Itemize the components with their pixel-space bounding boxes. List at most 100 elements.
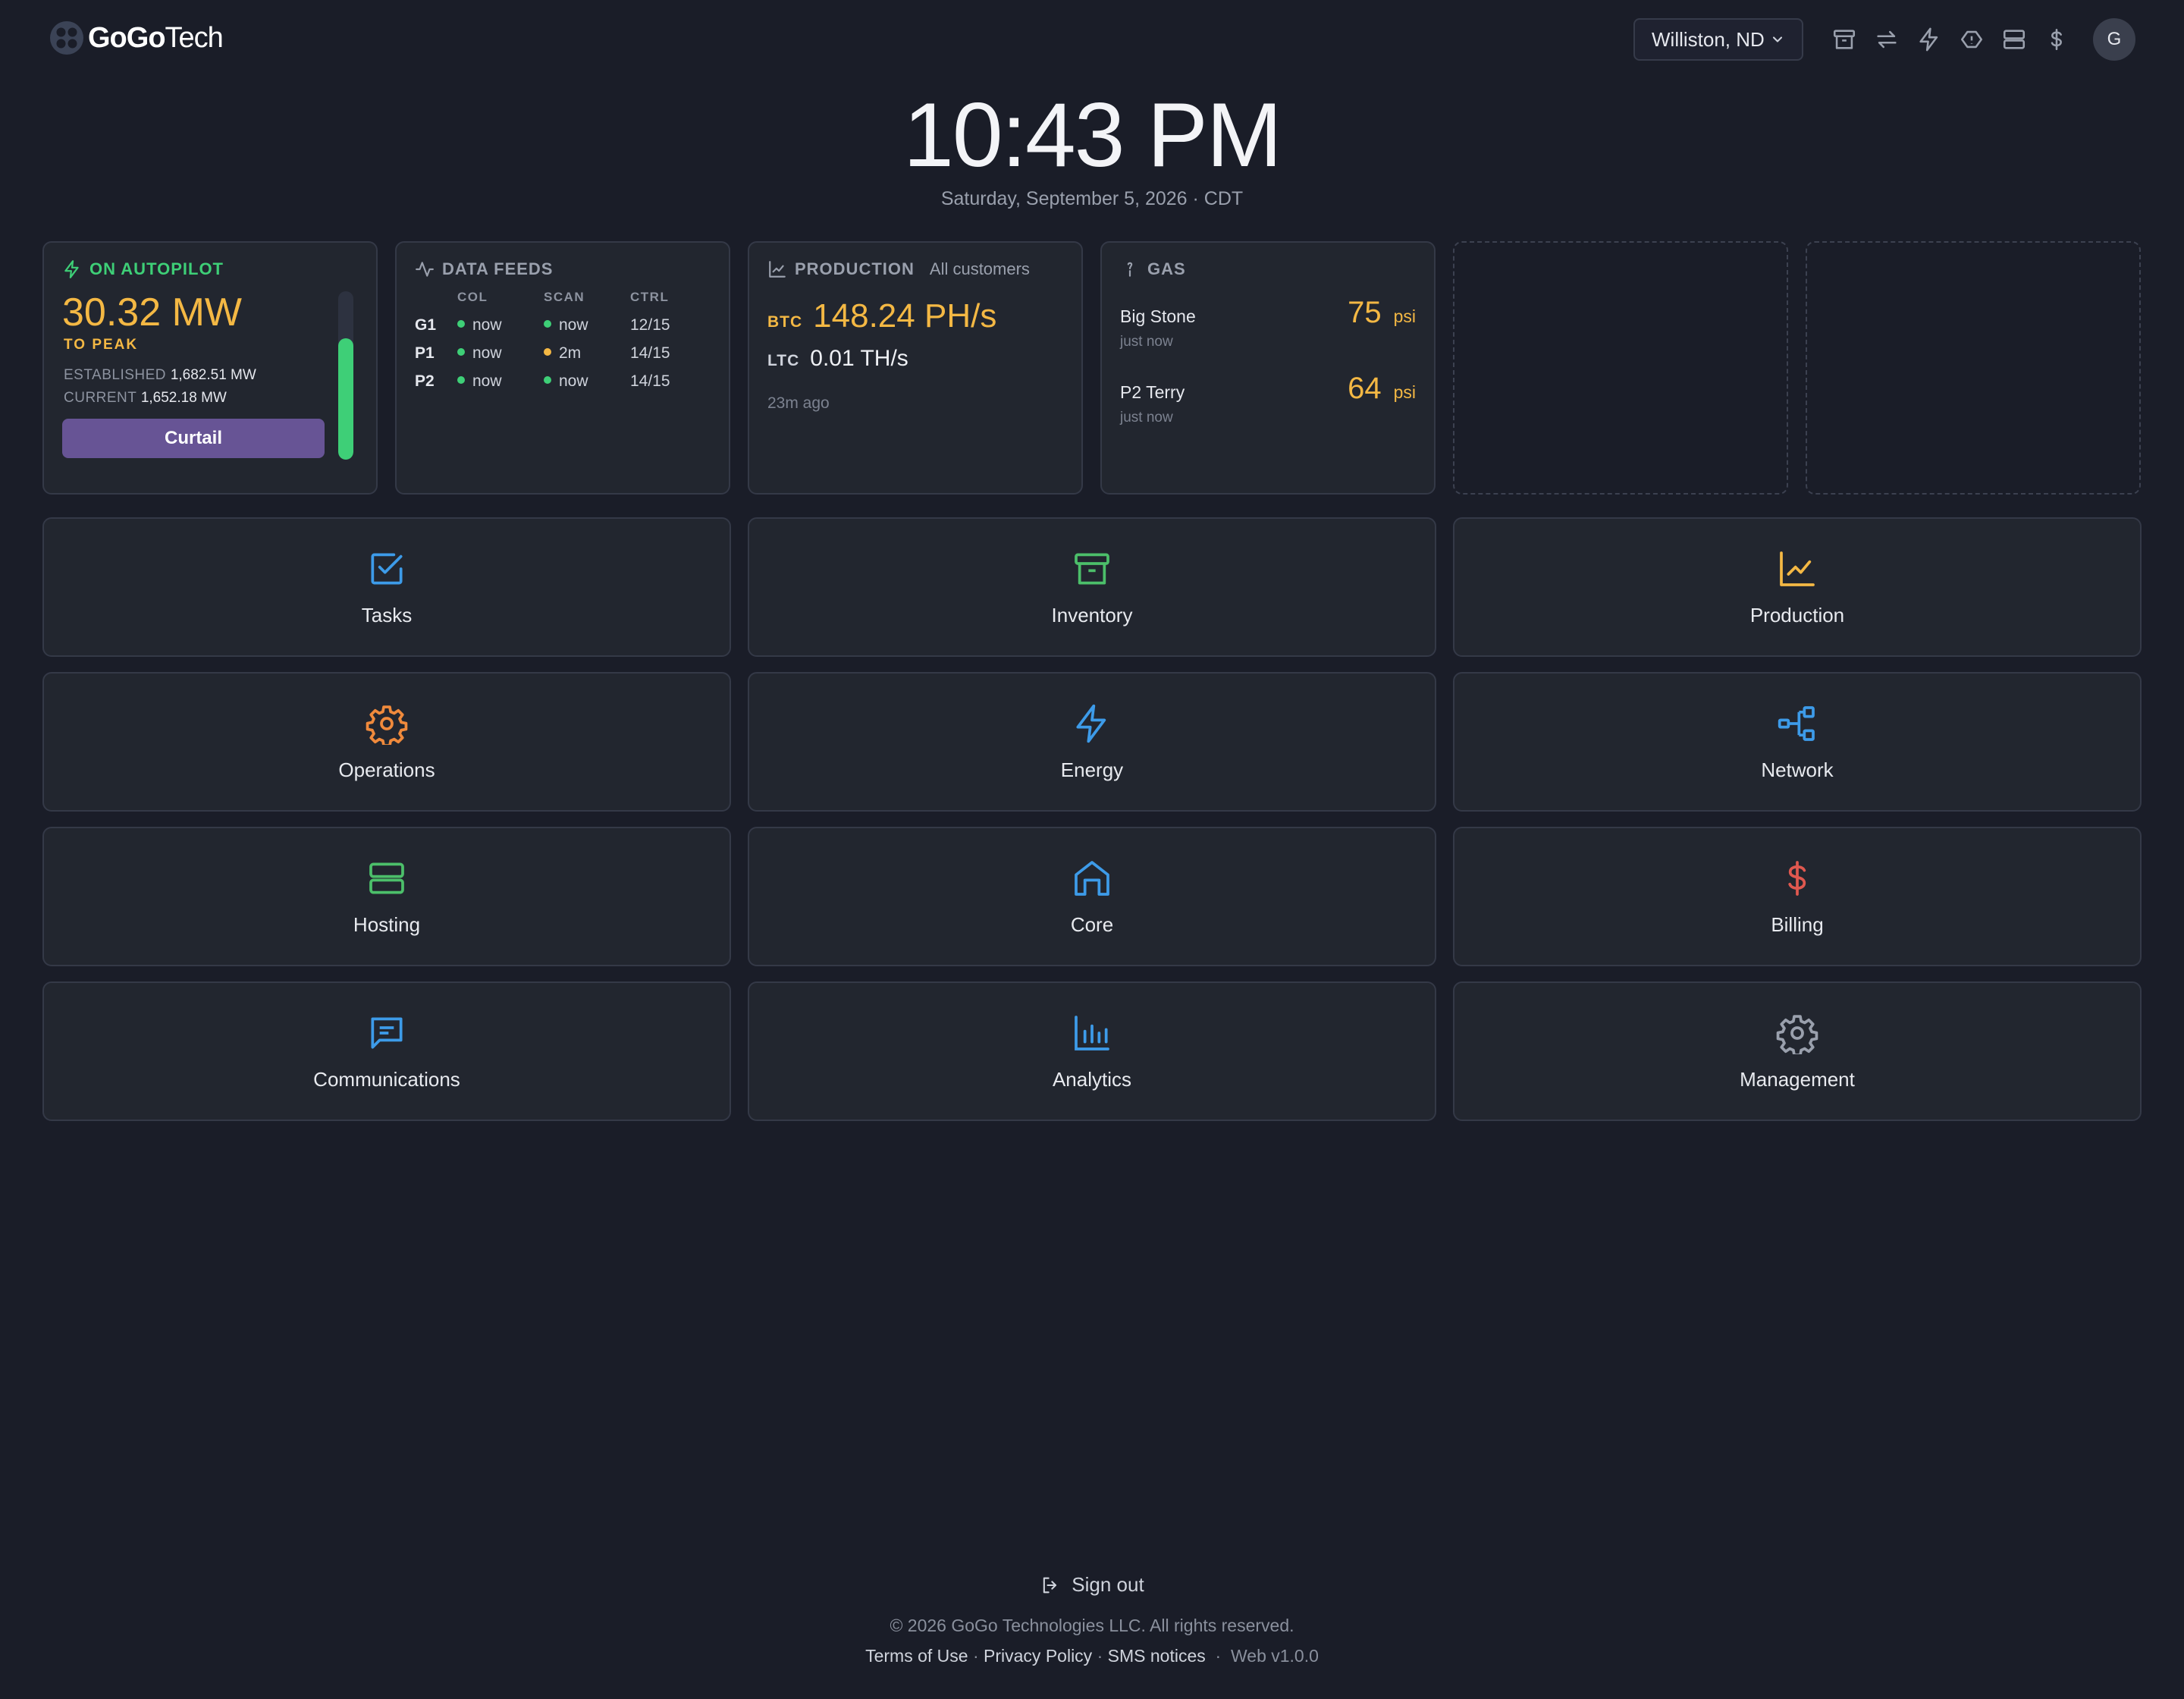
feed-site: P2 <box>415 372 435 390</box>
btc-row: BTC 148.24 PH/s <box>767 297 996 335</box>
ctrl-value: 12/15 <box>630 316 670 334</box>
sign-out-label: Sign out <box>1072 1573 1144 1596</box>
production-scope: All customers <box>929 259 1030 278</box>
column-header: SCAN <box>544 290 585 304</box>
brand-logo[interactable]: GoGoTech <box>49 20 224 56</box>
scan-value: now <box>559 316 588 334</box>
tile-label: Production <box>1749 604 1845 627</box>
tile-core[interactable]: Core <box>748 827 1436 966</box>
footer-links: Terms of Use · Privacy Policy · SMS noti… <box>865 1646 1319 1666</box>
column-header: COL <box>457 290 488 304</box>
current-value: 1,652.18 MW <box>140 390 227 406</box>
ltc-value: 0.01 TH/s <box>810 346 908 371</box>
status-dot <box>457 347 465 356</box>
chevron-down-icon <box>1772 36 1783 42</box>
sms-notices-link[interactable]: SMS notices <box>1108 1646 1206 1666</box>
established-label: ESTABLISHED <box>64 367 167 383</box>
gear-icon <box>366 705 408 745</box>
scan-value: 2m <box>559 344 582 362</box>
tile-label: Energy <box>1060 758 1124 781</box>
clock-date: Saturday, September 5, 2026 · CDT <box>940 188 1244 209</box>
home-icon <box>1075 861 1109 896</box>
empty-widget-slot[interactable] <box>1806 241 2141 495</box>
archive-icon[interactable] <box>1823 18 1866 61</box>
sign-out-link[interactable]: Sign out <box>1040 1573 1144 1597</box>
gas-site-name: P2 Terry <box>1120 382 1185 402</box>
col-value: now <box>472 316 502 334</box>
autopilot-level-bar <box>338 291 353 460</box>
gas-title: GAS <box>1147 259 1186 278</box>
ctrl-value: 14/15 <box>630 372 670 390</box>
gas-site-value: 75 <box>1348 296 1382 329</box>
tile-label: Management <box>1740 1068 1855 1091</box>
col-value: now <box>472 372 502 390</box>
clock-time: 10:43 PM <box>903 84 1282 186</box>
tile-operations[interactable]: Operations <box>42 672 731 812</box>
location-select[interactable]: Williston, ND <box>1633 18 1803 61</box>
tile-label: Core <box>1070 913 1114 936</box>
col-value: now <box>472 344 502 362</box>
autopilot-widget: ON AUTOPILOT 30.32 MW TO PEAK ESTABLISHE… <box>42 241 378 495</box>
server-icon[interactable] <box>1993 18 2035 61</box>
sign-out-icon <box>1043 1577 1057 1593</box>
dollar-icon <box>1788 861 1806 896</box>
tile-hosting[interactable]: Hosting <box>42 827 731 966</box>
empty-widget-slot[interactable] <box>1453 241 1788 495</box>
swap-icon[interactable] <box>1866 18 1908 61</box>
tile-management[interactable]: Management <box>1453 981 2142 1121</box>
terms-link[interactable]: Terms of Use <box>865 1646 968 1666</box>
tile-label: Tasks <box>361 604 413 627</box>
status-dot <box>457 375 465 384</box>
established-value: 1,682.51 MW <box>170 367 256 383</box>
privacy-link[interactable]: Privacy Policy <box>984 1646 1092 1666</box>
checkbox-icon <box>371 553 403 585</box>
current-line: CURRENT 1,652.18 MW <box>64 390 227 407</box>
bolt-icon[interactable] <box>1908 18 1950 61</box>
gas-icon <box>1127 262 1133 277</box>
ltc-label: LTC <box>767 352 800 369</box>
activity-icon <box>416 262 434 277</box>
bolt-icon <box>64 260 79 278</box>
tile-label: Operations <box>338 758 435 781</box>
ticket-icon[interactable] <box>1950 18 1993 61</box>
tile-analytics[interactable]: Analytics <box>748 981 1436 1121</box>
gas-site-unit: psi <box>1393 382 1416 402</box>
user-avatar[interactable]: G <box>2093 18 2135 61</box>
version-label: Web v1.0.0 <box>1230 1646 1319 1666</box>
btc-label: BTC <box>767 313 803 331</box>
production-title: PRODUCTION <box>795 259 915 278</box>
tile-label: Analytics <box>1052 1068 1132 1091</box>
production-widget[interactable]: PRODUCTION All customers BTC 148.24 PH/s… <box>748 241 1083 495</box>
tile-label: Billing <box>1771 913 1824 936</box>
curtail-button[interactable]: Curtail <box>62 419 325 458</box>
table-row: P1 now 2m 14/15 <box>415 339 670 367</box>
status-dot <box>544 375 551 384</box>
tile-energy[interactable]: Energy <box>748 672 1436 812</box>
archive-icon <box>1075 553 1109 585</box>
current-label: CURRENT <box>64 390 137 406</box>
table-row: G1 now now 12/15 <box>415 311 670 339</box>
gear-icon <box>1776 1015 1818 1054</box>
gas-site-value: 64 <box>1348 372 1382 405</box>
line-chart-icon <box>769 261 786 278</box>
bolt-icon <box>1076 704 1106 743</box>
brand-name: GoGoTech <box>88 21 224 54</box>
gas-site-time: just now <box>1120 334 1173 350</box>
location-select-value: Williston, ND <box>1652 27 1765 51</box>
tile-label: Network <box>1761 758 1834 781</box>
message-icon <box>371 1017 403 1049</box>
feed-site: P1 <box>415 344 435 362</box>
tile-communications[interactable]: Communications <box>42 981 731 1121</box>
gas-widget[interactable]: GAS Big Stone just now 75 psi P2 Terry j… <box>1100 241 1436 495</box>
tile-label: Hosting <box>353 913 421 936</box>
tile-tasks[interactable]: Tasks <box>42 517 731 657</box>
established-line: ESTABLISHED 1,682.51 MW <box>64 367 256 384</box>
tile-inventory[interactable]: Inventory <box>748 517 1436 657</box>
tile-production[interactable]: Production <box>1453 517 2142 657</box>
tile-network[interactable]: Network <box>1453 672 2142 812</box>
dollar-icon[interactable] <box>2035 18 2078 61</box>
tile-label: Inventory <box>1051 604 1133 627</box>
tile-billing[interactable]: Billing <box>1453 827 2142 966</box>
column-header: CTRL <box>630 290 670 304</box>
data-feeds-widget: DATA FEEDS COL SCAN CTRL G1 now now 12/1… <box>395 241 730 495</box>
